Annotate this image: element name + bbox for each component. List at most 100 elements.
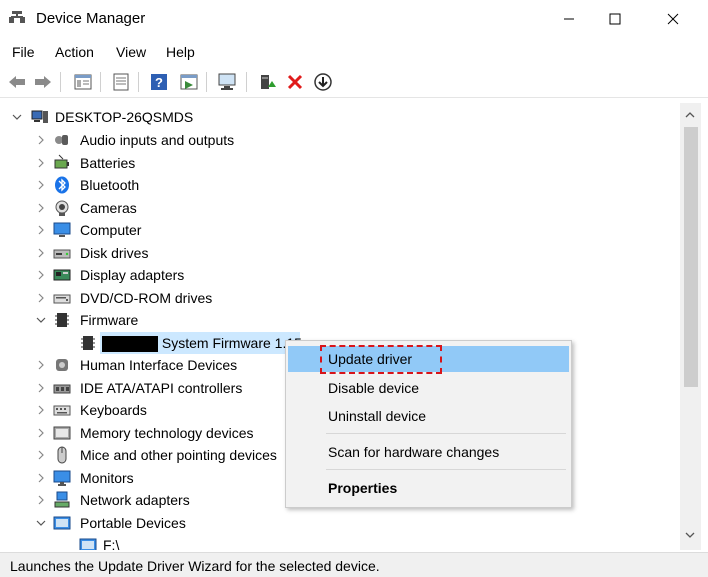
display-adapter-icon (53, 269, 71, 281)
tree-category-portable-devices[interactable]: Portable Devices (3, 512, 603, 534)
chevron-right-icon[interactable] (36, 270, 46, 280)
show-hide-console-button[interactable] (110, 71, 132, 93)
tree-category-label: Cameras (80, 199, 137, 216)
chevron-right-icon[interactable] (36, 293, 46, 303)
chevron-down-icon[interactable] (12, 112, 22, 122)
window-title: Device Manager (36, 10, 146, 27)
hid-icon (56, 359, 68, 371)
tree-category-label: Mice and other pointing devices (80, 447, 277, 463)
chevron-right-icon[interactable] (36, 428, 46, 438)
tree-category-label: DVD/CD-ROM drives (80, 289, 213, 306)
menu-file[interactable]: File (12, 44, 35, 60)
tree-category-cameras[interactable]: Cameras (3, 197, 603, 219)
ide-icon (53, 384, 71, 393)
scan-hardware-icon (218, 73, 236, 90)
redacted-block (102, 335, 158, 352)
chevron-right-icon[interactable] (36, 360, 46, 370)
help-icon: ? (151, 74, 167, 90)
chevron-right-icon[interactable] (36, 248, 46, 258)
network-icon (54, 491, 70, 508)
ctx-separator (326, 469, 566, 470)
tree-category-dvd-cd-rom-drives[interactable]: DVD/CD-ROM drives (3, 287, 603, 309)
dvd-icon (53, 294, 71, 303)
camera-icon (55, 200, 69, 216)
tree-category-batteries[interactable]: Batteries (3, 152, 603, 174)
scroll-thumb[interactable] (684, 127, 698, 387)
update-driver-button[interactable] (256, 71, 278, 93)
back-icon (9, 76, 25, 88)
keyboard-icon (53, 405, 71, 416)
bluetooth-icon (55, 176, 69, 194)
chevron-right-icon[interactable] (36, 135, 46, 145)
portable-device-icon (79, 538, 97, 550)
chevron-right-icon[interactable] (36, 225, 46, 235)
properties-icon (74, 74, 92, 90)
install-button[interactable] (312, 71, 334, 93)
scan-hardware-button[interactable] (216, 71, 238, 93)
back-button[interactable] (6, 71, 28, 93)
forward-button[interactable] (32, 71, 54, 93)
tree-category-disk-drives[interactable]: Disk drives (3, 242, 603, 264)
action-pane-button[interactable] (178, 71, 200, 93)
chevron-right-icon[interactable] (36, 383, 46, 393)
tree-category-label: Display adapters (80, 267, 185, 283)
tree-category-label: Computer (80, 222, 142, 238)
computer-icon (53, 222, 71, 237)
chevron-right-icon[interactable] (36, 495, 46, 505)
scroll-down-icon[interactable] (685, 531, 695, 539)
ctx-uninstall-device[interactable]: Uninstall device (288, 403, 569, 429)
ctx-scan-hardware[interactable]: Scan for hardware changes (288, 439, 569, 465)
tree-category-audio-inputs-and-outputs[interactable]: Audio inputs and outputs (3, 129, 603, 151)
memory-icon (53, 426, 71, 439)
ctx-properties[interactable]: Properties (288, 475, 569, 501)
tree-category-firmware[interactable]: Firmware (3, 309, 603, 331)
tree-category-display-adapters[interactable]: Display adapters (3, 264, 603, 286)
uninstall-button[interactable] (284, 71, 306, 93)
close-icon (667, 13, 679, 25)
scroll-up-icon[interactable] (685, 111, 695, 119)
tree-device-portable[interactable]: F:\ (3, 534, 603, 550)
tree-root-label: DESKTOP-26QSMDS (55, 109, 194, 125)
menu-bar: File Action View Help (0, 40, 708, 64)
battery-icon (54, 154, 69, 168)
device-label: System Firmware 1.15 (161, 334, 302, 351)
mouse-icon (57, 446, 67, 464)
firmware-icon (81, 335, 95, 350)
chevron-right-icon[interactable] (36, 450, 46, 460)
tree-category-label: IDE ATA/ATAPI controllers (80, 379, 243, 396)
tree-category-label: Portable Devices (80, 514, 186, 531)
help-button[interactable]: ? (148, 71, 170, 93)
action-pane-icon (180, 74, 198, 90)
menu-action[interactable]: Action (55, 44, 94, 60)
menu-view[interactable]: View (116, 44, 146, 60)
chevron-down-icon[interactable] (36, 315, 46, 325)
monitor-icon (53, 470, 71, 486)
tree-root[interactable]: DESKTOP-26QSMDS (3, 106, 603, 128)
chevron-down-icon[interactable] (36, 518, 46, 528)
ctx-disable-device[interactable]: Disable device (288, 375, 569, 401)
firmware-icon (55, 313, 69, 327)
toolbar: ? (0, 66, 708, 98)
menu-help[interactable]: Help (166, 44, 195, 60)
maximize-button[interactable] (592, 0, 638, 38)
chevron-right-icon[interactable] (36, 473, 46, 483)
properties-button[interactable] (72, 71, 94, 93)
svg-text:?: ? (155, 75, 163, 90)
chevron-right-icon[interactable] (36, 405, 46, 415)
ctx-separator (326, 433, 566, 434)
tree-category-label: Firmware (80, 312, 139, 328)
tree-category-bluetooth[interactable]: Bluetooth (3, 174, 603, 196)
disk-drive-icon (53, 249, 71, 258)
close-button[interactable] (650, 0, 696, 38)
tree-category-computer[interactable]: Computer (3, 219, 603, 241)
minimize-button[interactable] (546, 0, 592, 38)
chevron-right-icon[interactable] (36, 180, 46, 190)
minimize-icon (564, 18, 574, 20)
tree-category-label: Disk drives (80, 244, 149, 261)
tree-category-label: Monitors (80, 469, 134, 486)
tree-category-label: Memory technology devices (80, 424, 254, 441)
chevron-right-icon[interactable] (36, 203, 46, 213)
highlight-annotation (320, 345, 442, 374)
uninstall-icon (287, 74, 303, 90)
chevron-right-icon[interactable] (36, 158, 46, 168)
